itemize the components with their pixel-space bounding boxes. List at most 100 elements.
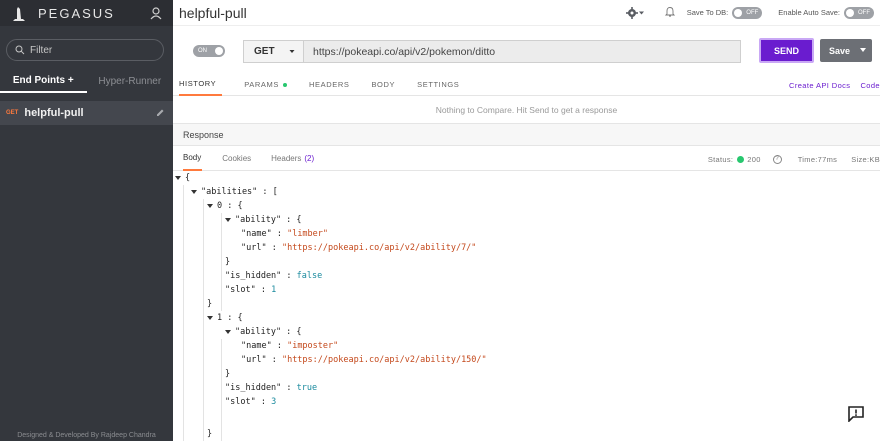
request-bar: ON GET https://pokeapi.co/api/v2/pokemon… [173,38,880,64]
json-string: "https://pokeapi.co/api/v2/ability/7/" [281,243,477,253]
json-line[interactable]: { [175,171,190,185]
json-text: : { [281,215,302,225]
filter-placeholder: Filter [30,44,53,56]
json-line: "slot" : 1 [225,285,277,295]
json-line: } [207,427,212,441]
filter-input[interactable]: Filter [6,39,164,61]
tab-history[interactable]: HISTORY [179,74,223,96]
tree-guide [183,185,184,441]
help-icon[interactable]: ? [772,154,782,164]
json-key: "ability" [235,327,282,337]
request-tabs: HISTORY PARAMS HEADERS BODY SETTINGS Cre… [173,74,880,96]
json-line: "slot" : 3 [225,397,277,407]
headers-count: (2) [304,154,315,163]
method-select[interactable]: GET [244,41,304,62]
brand-bar: PEGASUS [0,0,173,26]
request-enable-toggle[interactable]: ON [193,45,225,57]
json-text: : { [281,327,302,337]
json-string: "limber" [287,229,329,239]
pegasus-logo-icon [10,4,28,22]
json-key: "is_hidden" [225,271,282,281]
json-line[interactable]: "ability" : { [225,213,302,227]
json-line[interactable]: "ability" : { [225,325,302,339]
json-line: } [225,367,230,381]
response-size: Size:KB [851,154,880,164]
chevron-down-icon [638,11,644,14]
tab-body[interactable]: BODY [371,74,395,96]
json-line[interactable]: 1 : { [207,311,243,325]
json-text: } [225,369,231,379]
autosave-label: Enable Auto Save: [778,8,840,17]
tab-params[interactable]: PARAMS [244,74,287,96]
json-text: 1 : { [217,313,243,323]
json-text: 0 : { [217,201,243,211]
tab-endpoints[interactable]: End Points + [0,69,87,93]
user-icon[interactable] [149,6,163,20]
tab-response-body[interactable]: Body [183,147,203,171]
feedback-icon[interactable] [848,406,864,427]
json-key: "name" [241,229,272,239]
collapse-icon[interactable] [225,217,231,222]
collapse-icon[interactable] [225,329,231,334]
brand-title: PEGASUS [38,5,115,21]
code-link[interactable]: Code [860,81,880,90]
params-active-dot [282,82,287,87]
json-text: } [207,429,213,439]
response-status: Status: 200 ? Time:77ms Size:KB [708,147,880,171]
json-line: "is_hidden" : false [225,271,323,281]
compare-message: Nothing to Compare. Hit Send to get a re… [173,97,880,124]
url-input[interactable]: https://pokeapi.co/api/v2/pokemon/ditto [304,46,740,58]
collapse-icon[interactable] [191,189,197,194]
json-string: "imposter" [287,341,339,351]
sidebar: PEGASUS Filter End Points + Hyper-Runner… [0,0,173,441]
json-key: "ability" [235,215,282,225]
save-button[interactable]: Save [820,39,872,62]
tab-response-headers[interactable]: Headers (2) [271,147,314,171]
tab-headers[interactable]: HEADERS [309,74,349,96]
save-label: Save [829,45,851,56]
collapse-icon[interactable] [207,315,213,320]
tab-response-headers-label: Headers [271,154,302,163]
json-key: "slot" [225,285,256,295]
status-label: Status: [707,154,734,164]
edit-icon[interactable] [156,104,165,122]
collapse-icon[interactable] [207,203,213,208]
bell-icon[interactable] [664,4,675,22]
main-panel: helpful-pull Save To DB: OFF Enable Auto… [173,0,880,441]
search-icon [15,45,25,55]
tab-params-label: PARAMS [244,80,279,89]
autosave-toggle[interactable]: OFF [844,6,874,19]
status-ok-dot [737,155,745,163]
settings-dropdown[interactable] [625,6,645,19]
save-db-toggle[interactable]: OFF [732,6,763,19]
send-button[interactable]: SEND [759,38,814,63]
tab-hyper-runner[interactable]: Hyper-Runner [87,69,174,93]
json-key: "url" [241,243,267,253]
page-title: helpful-pull [179,4,247,21]
chevron-down-icon[interactable] [860,48,866,52]
chevron-down-icon [289,50,295,53]
collapse-icon[interactable] [175,175,181,180]
url-box: GET https://pokeapi.co/api/v2/pokemon/di… [243,40,741,63]
request-method-badge: GET [6,110,19,116]
json-key: "abilities" [201,187,258,197]
footer-credit: Designed & Developed By Rajdeep Chandra [17,432,156,439]
json-line[interactable]: 0 : { [207,199,243,213]
json-text: } [207,299,213,309]
json-key: "slot" [225,397,256,407]
json-key: "name" [241,341,272,351]
json-number: 1 [271,285,277,295]
create-api-docs-link[interactable]: Create API Docs [789,81,850,90]
gear-icon [625,6,638,19]
json-key: "is_hidden" [225,383,282,393]
json-string: "https://pokeapi.co/api/v2/ability/150/" [281,355,487,365]
sidebar-item-request[interactable]: GET helpful-pull [0,101,173,125]
method-value: GET [254,46,275,57]
json-line[interactable]: "abilities" : [ [191,185,278,199]
save-db-label: Save To DB: [686,8,729,17]
json-text: : [ [257,187,278,197]
tab-response-cookies[interactable]: Cookies [222,147,251,171]
tab-settings[interactable]: SETTINGS [417,74,459,96]
json-line: "url" : "https://pokeapi.co/api/v2/abili… [241,355,487,365]
top-bar: helpful-pull Save To DB: OFF Enable Auto… [173,0,880,26]
